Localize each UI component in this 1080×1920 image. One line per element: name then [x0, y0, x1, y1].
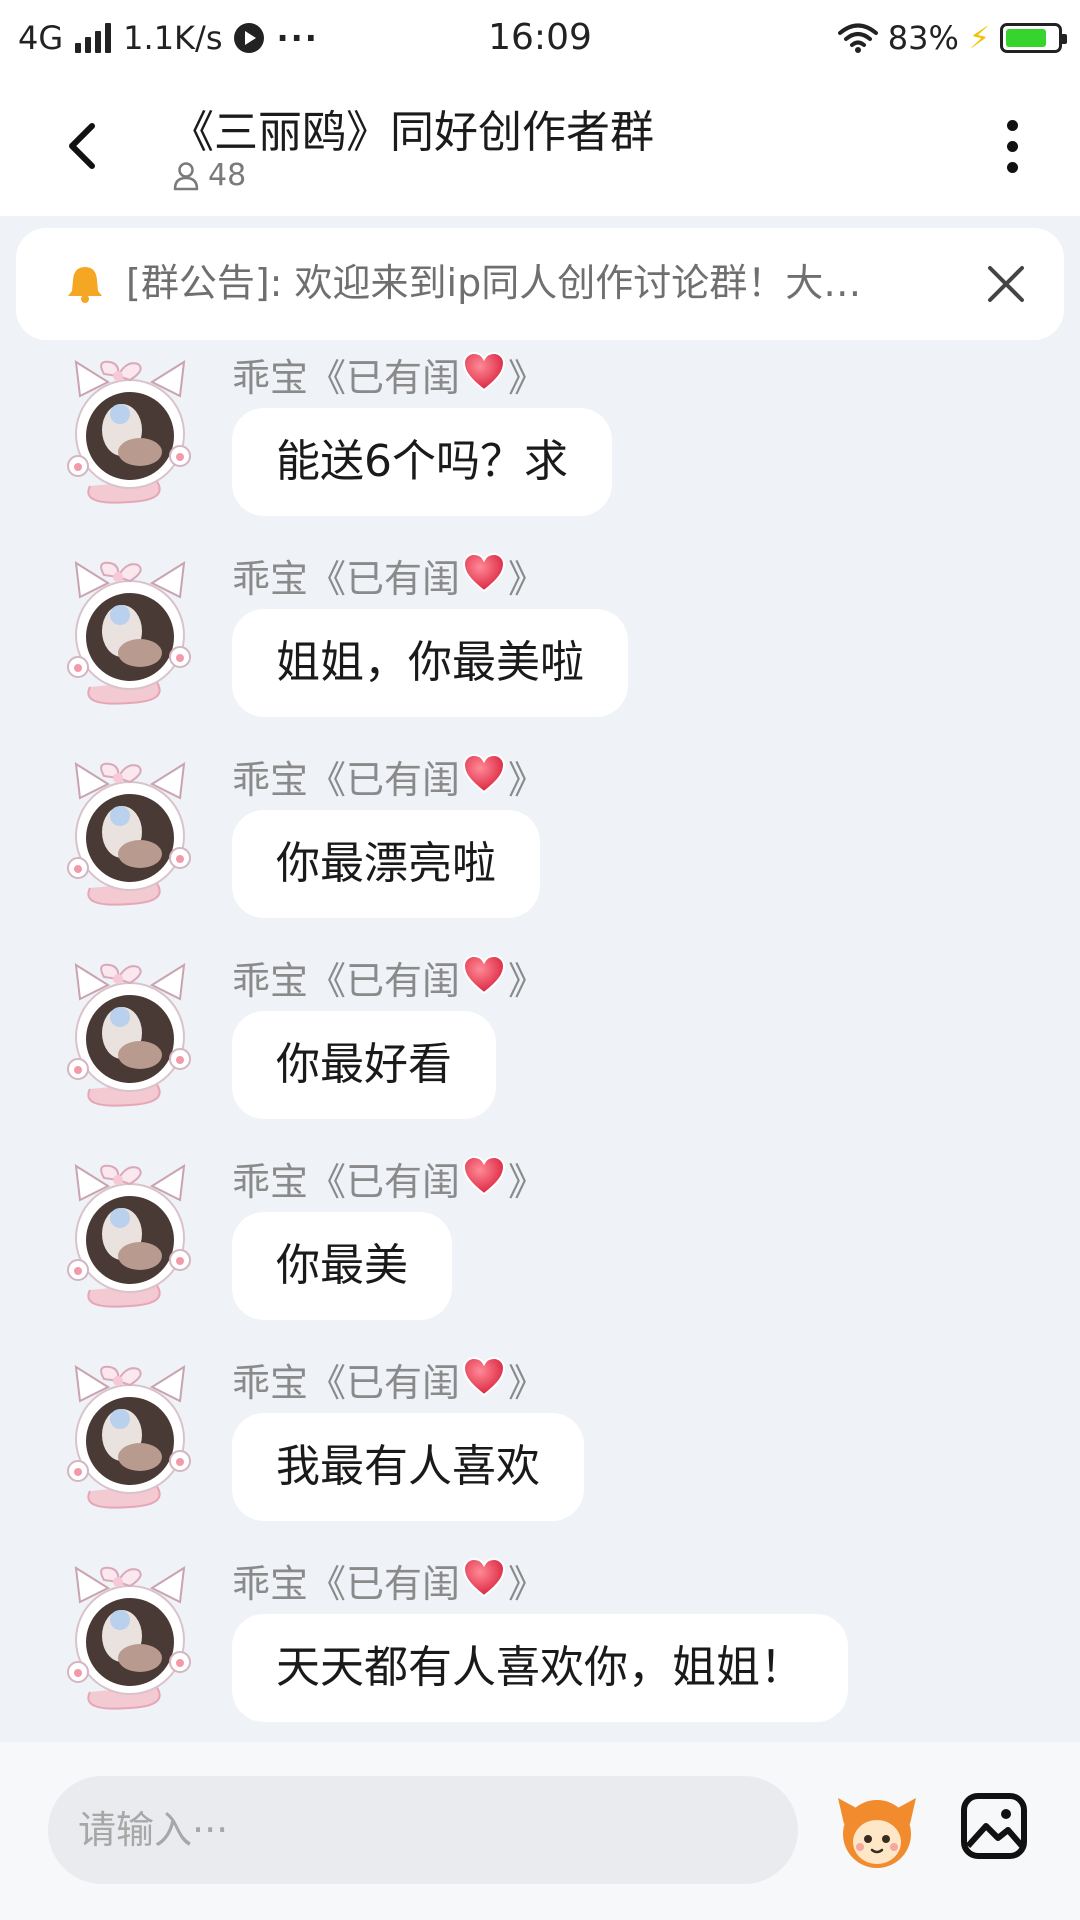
sender-name: 乖宝《已有闺 》	[232, 1356, 547, 1409]
message-bubble[interactable]: 我最有人喜欢	[232, 1413, 584, 1521]
message-item: 乖宝《已有闺 》 你最好看	[0, 954, 1080, 1139]
sender-suffix: 》	[508, 1361, 547, 1405]
sender-name: 乖宝《已有闺 》	[232, 1155, 547, 1208]
chat-header: 《三丽鸥》同好创作者群 48	[0, 76, 1080, 216]
message-item: 乖宝《已有闺 》 我最有人喜欢	[0, 1356, 1080, 1541]
sender-suffix: 》	[508, 758, 547, 802]
avatar[interactable]	[60, 959, 200, 1109]
bell-icon	[68, 267, 102, 303]
member-count: 48	[208, 158, 247, 193]
sender-name: 乖宝《已有闺 》	[232, 954, 547, 1007]
heart-icon	[462, 351, 506, 404]
message-bubble[interactable]: 你最漂亮啦	[232, 810, 540, 918]
message-bubble[interactable]: 你最美	[232, 1212, 452, 1320]
sender-label: 乖宝《已有闺	[232, 959, 461, 1003]
announcement-text: [群公告]: 欢迎来到ip同人创作讨论群！大…	[126, 261, 862, 305]
sender-label: 乖宝《已有闺	[232, 1562, 461, 1606]
close-icon	[988, 266, 1024, 302]
mascot-emoji-icon	[838, 1798, 916, 1868]
heart-icon	[462, 1155, 506, 1208]
sender-name: 乖宝《已有闺 》	[232, 351, 547, 404]
heart-icon	[462, 552, 506, 605]
member-count-row[interactable]: 48	[172, 158, 246, 193]
sender-label: 乖宝《已有闺	[232, 356, 461, 400]
group-title: 《三丽鸥》同好创作者群	[170, 107, 654, 158]
message-bubble[interactable]: 能送6个吗？求	[232, 408, 612, 516]
image-icon	[961, 1793, 1027, 1859]
close-announcement-button[interactable]	[982, 260, 1030, 308]
heart-icon	[462, 954, 506, 1007]
heart-icon	[462, 1356, 506, 1409]
sender-label: 乖宝《已有闺	[232, 557, 461, 601]
image-button[interactable]	[958, 1790, 1030, 1862]
group-announcement[interactable]: [群公告]: 欢迎来到ip同人创作讨论群！大…	[16, 228, 1064, 340]
message-item: 乖宝《已有闺 》 能送6个吗？求	[0, 351, 1080, 536]
sender-suffix: 》	[508, 557, 547, 601]
message-item: 乖宝《已有闺 》 你最漂亮啦	[0, 753, 1080, 938]
avatar[interactable]	[60, 557, 200, 707]
sender-label: 乖宝《已有闺	[232, 758, 461, 802]
message-item: 乖宝《已有闺 》 天天都有人喜欢你，姐姐！	[0, 1557, 1080, 1742]
message-item: 乖宝《已有闺 》 姐姐，你最美啦	[0, 552, 1080, 737]
status-bar: 4G 1.1K/s ··· 16:09 83% ⚡	[0, 0, 1080, 76]
message-item: 乖宝《已有闺 》 你最美	[0, 1155, 1080, 1340]
message-bubble[interactable]: 你最好看	[232, 1011, 496, 1119]
message-bubble[interactable]: 姐姐，你最美啦	[232, 609, 628, 717]
heart-icon	[462, 753, 506, 806]
status-right: 83% ⚡	[837, 12, 1067, 64]
avatar[interactable]	[60, 1562, 200, 1712]
sender-suffix: 》	[508, 959, 547, 1003]
sender-suffix: 》	[508, 1562, 547, 1606]
chevron-left-icon	[69, 123, 95, 169]
more-menu-button[interactable]	[992, 106, 1032, 186]
charging-bolt-icon: ⚡	[968, 20, 990, 56]
wifi-icon	[837, 23, 878, 53]
avatar[interactable]	[60, 758, 200, 908]
sender-suffix: 》	[508, 1160, 547, 1204]
avatar[interactable]	[60, 1361, 200, 1511]
sender-label: 乖宝《已有闺	[232, 1160, 461, 1204]
message-input[interactable]	[48, 1776, 798, 1884]
message-bubble[interactable]: 天天都有人喜欢你，姐姐！	[232, 1614, 848, 1722]
avatar[interactable]	[60, 356, 200, 506]
sender-name: 乖宝《已有闺 》	[232, 552, 547, 605]
back-button[interactable]	[50, 106, 120, 186]
battery-icon	[1000, 23, 1067, 53]
battery-percent: 83%	[887, 19, 959, 57]
more-vertical-icon	[1006, 119, 1018, 173]
sender-name: 乖宝《已有闺 》	[232, 1557, 547, 1610]
sender-label: 乖宝《已有闺	[232, 1361, 461, 1405]
heart-icon	[462, 1557, 506, 1610]
avatar[interactable]	[60, 1160, 200, 1310]
sender-name: 乖宝《已有闺 》	[232, 753, 547, 806]
person-icon	[173, 161, 199, 190]
battery-level	[1006, 29, 1047, 47]
sender-suffix: 》	[508, 356, 547, 400]
emoji-button[interactable]	[832, 1784, 922, 1874]
input-bar	[0, 1742, 1080, 1920]
